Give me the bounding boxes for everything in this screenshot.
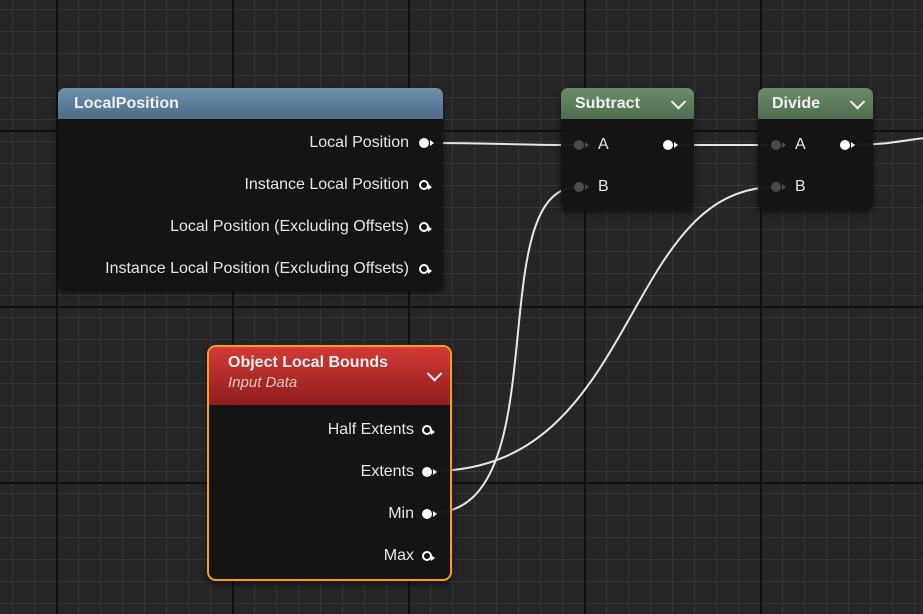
output-pin-local-position[interactable]: Local Position bbox=[69, 132, 434, 154]
input-pin-icon[interactable] bbox=[771, 140, 786, 150]
input-pin-b[interactable]: B bbox=[771, 176, 806, 198]
output-pin-instance-local-position[interactable]: Instance Local Position bbox=[69, 174, 432, 196]
pin-label: A bbox=[598, 136, 609, 153]
filled-pin-icon[interactable] bbox=[422, 509, 437, 519]
output-pin-max[interactable]: Max bbox=[232, 545, 435, 567]
filled-pin-icon[interactable] bbox=[422, 467, 437, 477]
filled-pin-icon[interactable] bbox=[419, 138, 434, 148]
pin-label: B bbox=[795, 178, 806, 195]
local-position-node[interactable]: LocalPosition Local Position Instance Lo… bbox=[58, 88, 443, 290]
pin-label: Instance Local Position bbox=[244, 176, 409, 193]
divide-node-header[interactable]: Divide bbox=[758, 88, 873, 119]
hollow-pin-icon[interactable] bbox=[419, 222, 432, 232]
hollow-pin-icon[interactable] bbox=[419, 264, 432, 274]
output-pin-icon[interactable] bbox=[663, 140, 678, 150]
hollow-pin-icon[interactable] bbox=[419, 180, 432, 190]
wire-localposition-to-subtract-a[interactable] bbox=[429, 142, 579, 146]
object-local-bounds-node-header[interactable]: Object Local Bounds Input Data bbox=[209, 347, 450, 405]
subtract-node-header[interactable]: Subtract bbox=[561, 88, 694, 119]
object-local-bounds-node[interactable]: Object Local Bounds Input Data Half Exte… bbox=[207, 345, 452, 581]
pin-label: Half Extents bbox=[327, 421, 414, 438]
input-pin-b[interactable]: B bbox=[574, 176, 609, 198]
input-pin-icon[interactable] bbox=[574, 140, 589, 150]
pin-label: Local Position bbox=[309, 134, 409, 151]
hollow-pin-icon[interactable] bbox=[422, 551, 435, 561]
local-position-node-title: LocalPosition bbox=[74, 95, 179, 112]
divide-node[interactable]: Divide A B bbox=[758, 88, 873, 210]
output-pin-local-position-excluding-offsets[interactable]: Local Position (Excluding Offsets) bbox=[59, 216, 432, 238]
pin-label: Max bbox=[383, 547, 414, 564]
output-pin-extents[interactable]: Extents bbox=[232, 461, 437, 483]
pin-label: A bbox=[795, 136, 806, 153]
input-pin-a[interactable]: A bbox=[771, 134, 806, 156]
pin-label: Extents bbox=[360, 463, 414, 480]
output-pin-half-extents[interactable]: Half Extents bbox=[232, 419, 435, 441]
pin-label: Instance Local Position (Excluding Offse… bbox=[105, 260, 409, 277]
output-pin-icon[interactable] bbox=[840, 140, 855, 150]
wire-min-to-subtract-b[interactable] bbox=[431, 186, 579, 514]
output-pin-min[interactable]: Min bbox=[232, 503, 437, 525]
pin-label: Min bbox=[388, 505, 414, 522]
subtract-node[interactable]: Subtract A B bbox=[561, 88, 694, 210]
input-pin-icon[interactable] bbox=[771, 182, 786, 192]
output-pin-instance-local-position-excluding-offsets[interactable]: Instance Local Position (Excluding Offse… bbox=[58, 258, 432, 280]
input-pin-a[interactable]: A bbox=[574, 134, 609, 156]
local-position-node-header[interactable]: LocalPosition bbox=[58, 88, 443, 119]
pin-label: B bbox=[598, 178, 609, 195]
hollow-pin-icon[interactable] bbox=[422, 425, 435, 435]
pin-label: Local Position (Excluding Offsets) bbox=[170, 218, 409, 235]
material-graph-canvas[interactable]: LocalPosition Local Position Instance Lo… bbox=[0, 0, 923, 614]
node-subtitle: Input Data bbox=[228, 374, 298, 391]
wire-extents-to-divide-b[interactable] bbox=[431, 186, 777, 472]
object-local-bounds-node-title: Object Local Bounds bbox=[228, 354, 389, 371]
input-pin-icon[interactable] bbox=[574, 182, 589, 192]
